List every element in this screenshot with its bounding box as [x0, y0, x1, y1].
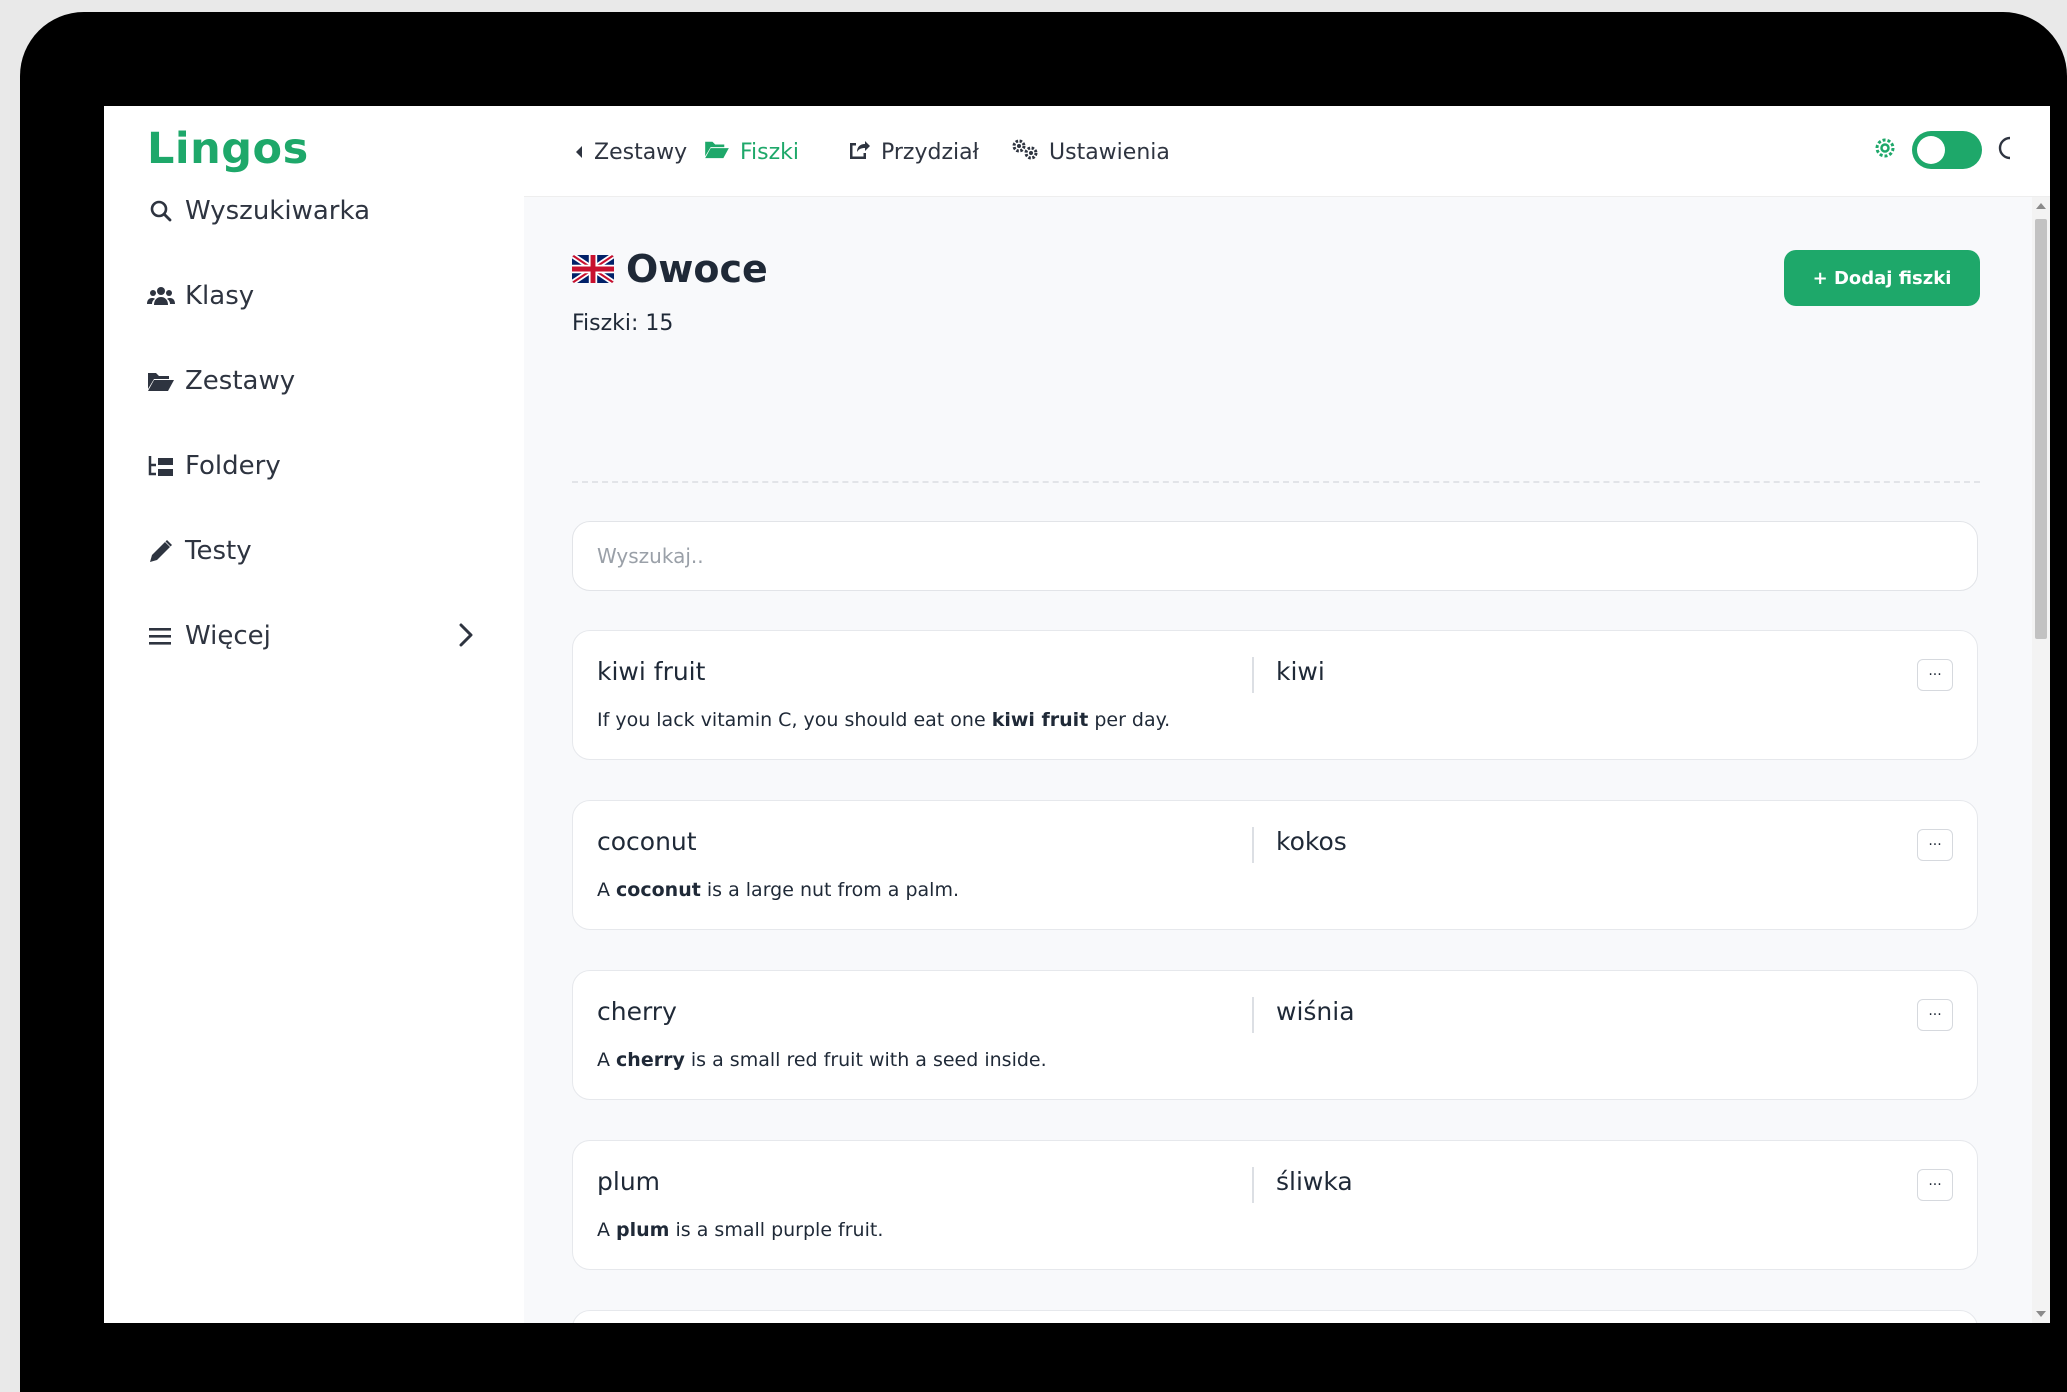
- column-separator: [1252, 827, 1254, 863]
- example-text: is a small purple fruit.: [669, 1219, 884, 1241]
- scroll-thumb[interactable]: [2035, 219, 2047, 639]
- column-separator: [1252, 997, 1254, 1033]
- share-icon: [847, 138, 871, 166]
- theme-toggle[interactable]: [1912, 131, 1982, 169]
- device-frame: Lingos Wyszukiwarka Klasy Zestawy Folder…: [20, 12, 2067, 1392]
- search-icon: [147, 197, 175, 225]
- tab-assignment[interactable]: Przydział: [847, 132, 979, 172]
- tab-sets[interactable]: Zestawy: [574, 132, 687, 172]
- flashcard-translation: wiśnia: [1276, 997, 1355, 1026]
- example-text: is a large nut from a palm.: [700, 879, 959, 901]
- flashcard-example: A coconut is a large nut from a palm.: [597, 879, 959, 901]
- flashcard-term: kiwi fruit: [597, 657, 706, 686]
- example-text: If you lack vitamin C, you should eat on…: [597, 709, 992, 731]
- flashcard-term: coconut: [597, 827, 697, 856]
- sidebar-item-label: Foldery: [185, 451, 281, 481]
- flashcard[interactable]: plum śliwka A plum is a small purple fruit…: [572, 1140, 1978, 1270]
- card-menu-button[interactable]: ···: [1917, 1169, 1953, 1201]
- card-menu-button[interactable]: ···: [1917, 659, 1953, 691]
- moon-icon[interactable]: [1996, 135, 2016, 165]
- example-text: per day.: [1088, 709, 1171, 731]
- sidebar-item-classes[interactable]: Klasy: [147, 271, 487, 321]
- gears-icon: [1011, 138, 1039, 166]
- folder-tree-icon: [147, 452, 175, 480]
- flashcard-term: cherry: [597, 997, 677, 1026]
- column-separator: [1252, 1167, 1254, 1203]
- column-separator: [1252, 657, 1254, 693]
- example-text: A: [597, 1219, 617, 1241]
- sun-gear-icon[interactable]: [1872, 135, 1898, 165]
- uk-flag-icon: [572, 255, 614, 283]
- flashcard-translation: kiwi: [1276, 657, 1325, 686]
- tab-label: Fiszki: [740, 139, 800, 165]
- sidebar-item-label: Testy: [185, 536, 252, 566]
- example-highlight: kiwi fruit: [991, 709, 1089, 731]
- card-menu-button[interactable]: ···: [1917, 829, 1953, 861]
- search-input[interactable]: [573, 522, 1977, 590]
- flashcard-count: Fiszki: 15: [572, 311, 674, 336]
- tab-flashcards[interactable]: Fiszki: [704, 132, 799, 172]
- scroll-up-arrow-icon[interactable]: [2036, 203, 2046, 209]
- pencil-icon: [147, 537, 175, 565]
- card-menu-button[interactable]: ···: [1917, 999, 1953, 1031]
- tab-label: Ustawienia: [1049, 139, 1170, 165]
- tab-settings[interactable]: Ustawienia: [1011, 132, 1170, 172]
- add-flashcards-button[interactable]: + Dodaj fiszki: [1784, 250, 1980, 306]
- flashcard[interactable]: cherry wiśnia A cherry is a small red frui…: [572, 970, 1978, 1100]
- toggle-knob: [1917, 136, 1945, 164]
- sidebar-item-folders[interactable]: Foldery: [147, 441, 487, 491]
- flashcard-translation: kokos: [1276, 827, 1347, 856]
- users-icon: [147, 282, 175, 310]
- flashcard-example: A cherry is a small red fruit with a see…: [597, 1049, 1047, 1071]
- sidebar: Lingos Wyszukiwarka Klasy Zestawy Folder…: [104, 106, 525, 1323]
- caret-left-icon: [574, 140, 584, 165]
- folder-open-icon: [147, 367, 175, 395]
- flashcard[interactable]: kiwi fruit kiwi If you lack vitamin C, you…: [572, 630, 1978, 760]
- page-title: Owoce: [572, 247, 768, 291]
- flashcard-translation: śliwka: [1276, 1167, 1353, 1196]
- sidebar-item-sets[interactable]: Zestawy: [147, 356, 487, 406]
- set-title-text: Owoce: [626, 247, 768, 291]
- flashcard[interactable]: watermelonarbuzAre you thirsty? Would yo…: [572, 1310, 1978, 1323]
- sidebar-item-search[interactable]: Wyszukiwarka: [147, 186, 487, 236]
- divider: [572, 481, 1980, 483]
- example-highlight: coconut: [616, 879, 701, 901]
- app-logo[interactable]: Lingos: [147, 124, 309, 174]
- top-nav-bar: Zestawy Fiszki Przydział Ustawienia: [524, 106, 2050, 197]
- folder-open-icon: [704, 139, 730, 165]
- example-highlight: plum: [616, 1219, 670, 1241]
- chevron-right-icon: [457, 621, 475, 656]
- sidebar-item-label: Więcej: [185, 621, 271, 651]
- sidebar-item-label: Zestawy: [185, 366, 296, 396]
- sidebar-item-more[interactable]: Więcej: [147, 611, 487, 661]
- sidebar-item-tests[interactable]: Testy: [147, 526, 487, 576]
- flashcard-example: A plum is a small purple fruit.: [597, 1219, 883, 1241]
- flashcard-example: If you lack vitamin C, you should eat on…: [597, 709, 1170, 731]
- example-highlight: cherry: [616, 1049, 685, 1071]
- example-text: is a small red fruit with a seed inside.: [684, 1049, 1047, 1071]
- example-text: A: [597, 1049, 617, 1071]
- flashcard[interactable]: coconut kokos A coconut is a large nut fro…: [572, 800, 1978, 930]
- sidebar-item-label: Klasy: [185, 281, 255, 311]
- theme-switch: [1872, 130, 2016, 170]
- flashcard-term: plum: [597, 1167, 661, 1196]
- example-text: A: [597, 879, 617, 901]
- scroll-down-arrow-icon[interactable]: [2036, 1311, 2046, 1317]
- scrollbar[interactable]: [2032, 197, 2050, 1323]
- menu-icon: [147, 622, 175, 650]
- tab-label: Przydział: [881, 139, 979, 165]
- sidebar-item-label: Wyszukiwarka: [185, 196, 371, 226]
- tab-label: Zestawy: [594, 139, 688, 165]
- search-box: [572, 521, 1978, 591]
- main-content: Owoce Fiszki: 15 + Dodaj fiszki kiwi fru…: [524, 197, 2050, 1323]
- app-screen: Lingos Wyszukiwarka Klasy Zestawy Folder…: [104, 106, 2050, 1323]
